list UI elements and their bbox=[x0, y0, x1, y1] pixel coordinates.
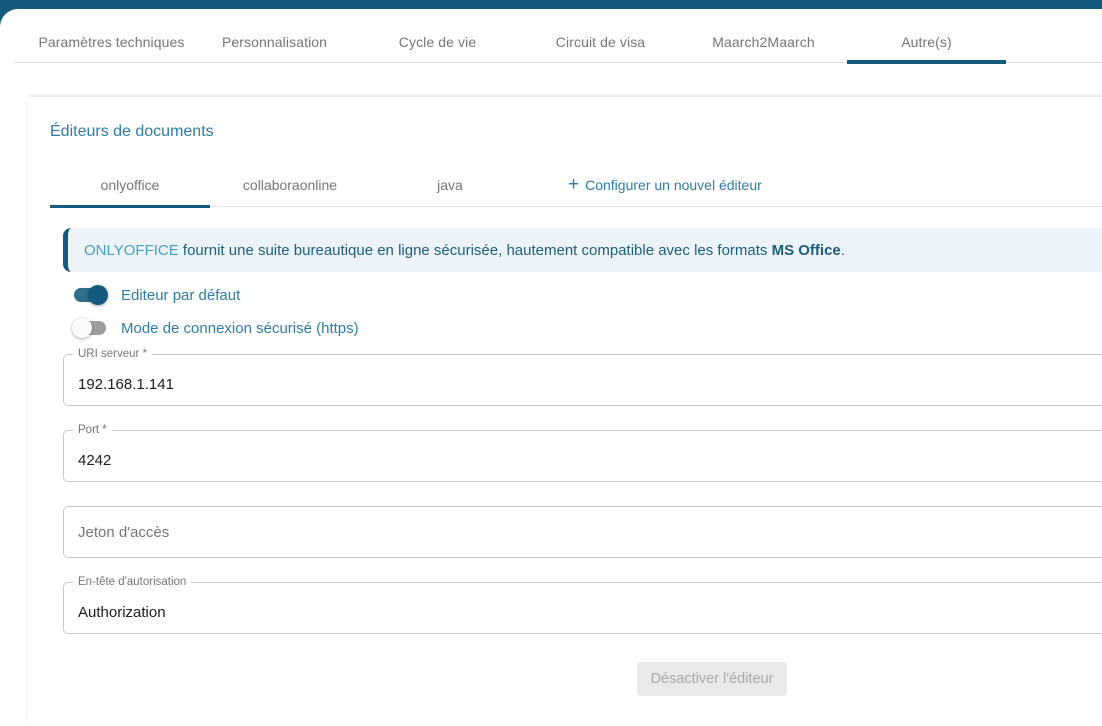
port-field: Port * bbox=[63, 430, 1102, 482]
server-uri-field: URI serveur * bbox=[63, 354, 1102, 406]
settings-card: Paramètres techniques Personnalisation C… bbox=[0, 9, 1102, 709]
default-editor-toggle[interactable] bbox=[72, 285, 108, 305]
info-banner: ONLYOFFICE fournit une suite bureautique… bbox=[63, 228, 1102, 272]
tab-java[interactable]: java bbox=[370, 163, 530, 207]
tab-collaboraonline[interactable]: collaboraonline bbox=[210, 163, 370, 207]
auth-header-input[interactable] bbox=[78, 604, 1102, 621]
disable-editor-button[interactable]: Désactiver l'éditeur bbox=[637, 662, 787, 696]
add-editor-button[interactable]: + Configurer un nouvel éditeur bbox=[530, 163, 800, 207]
editor-tab-bar: onlyoffice collaboraonline java + Config… bbox=[50, 163, 1102, 207]
port-input[interactable] bbox=[78, 452, 1102, 469]
toggle-group: Editeur par défaut Mode de connexion séc… bbox=[63, 285, 1102, 338]
plus-icon: + bbox=[568, 175, 579, 194]
info-suffix: . bbox=[841, 242, 845, 259]
info-text: fournit une suite bureautique en ligne s… bbox=[183, 242, 768, 259]
default-editor-toggle-label: Editeur par défaut bbox=[121, 287, 240, 304]
tab-maarch2maarch[interactable]: Maarch2Maarch bbox=[682, 23, 845, 63]
tab-circuit-de-visa[interactable]: Circuit de visa bbox=[519, 23, 682, 63]
tab-autres[interactable]: Autre(s) bbox=[845, 23, 1008, 63]
access-token-input[interactable] bbox=[78, 524, 1102, 541]
form-actions: Désactiver l'éditeur bbox=[63, 662, 1102, 696]
server-uri-label: URI serveur * bbox=[73, 348, 152, 361]
server-uri-input[interactable] bbox=[78, 376, 1102, 393]
port-label: Port * bbox=[73, 424, 112, 437]
https-mode-toggle[interactable] bbox=[72, 318, 108, 338]
auth-header-field: En-tête d'autorisation bbox=[63, 582, 1102, 634]
page-title: Éditeurs de documents bbox=[50, 123, 1102, 141]
tab-parametres-techniques[interactable]: Paramètres techniques bbox=[30, 23, 193, 63]
editor-config-form: ONLYOFFICE fournit une suite bureautique… bbox=[63, 207, 1102, 696]
https-mode-toggle-row: Mode de connexion sécurisé (https) bbox=[72, 318, 1102, 338]
access-token-field bbox=[63, 506, 1102, 558]
tab-personnalisation[interactable]: Personnalisation bbox=[193, 23, 356, 63]
tab-cycle-de-vie[interactable]: Cycle de vie bbox=[356, 23, 519, 63]
default-editor-toggle-row: Editeur par défaut bbox=[72, 285, 1102, 305]
https-mode-toggle-label: Mode de connexion sécurisé (https) bbox=[121, 320, 359, 337]
add-editor-label: Configurer un nouvel éditeur bbox=[585, 163, 762, 207]
brand-link: ONLYOFFICE bbox=[84, 242, 179, 259]
main-tab-bar: Paramètres techniques Personnalisation C… bbox=[14, 9, 1102, 63]
tab-onlyoffice[interactable]: onlyoffice bbox=[50, 163, 210, 207]
document-editors-panel: Éditeurs de documents onlyoffice collabo… bbox=[28, 97, 1102, 726]
info-bold-text: MS Office bbox=[772, 242, 841, 259]
toggle-knob bbox=[88, 285, 108, 305]
auth-header-label: En-tête d'autorisation bbox=[73, 576, 191, 589]
toggle-knob bbox=[72, 318, 92, 338]
